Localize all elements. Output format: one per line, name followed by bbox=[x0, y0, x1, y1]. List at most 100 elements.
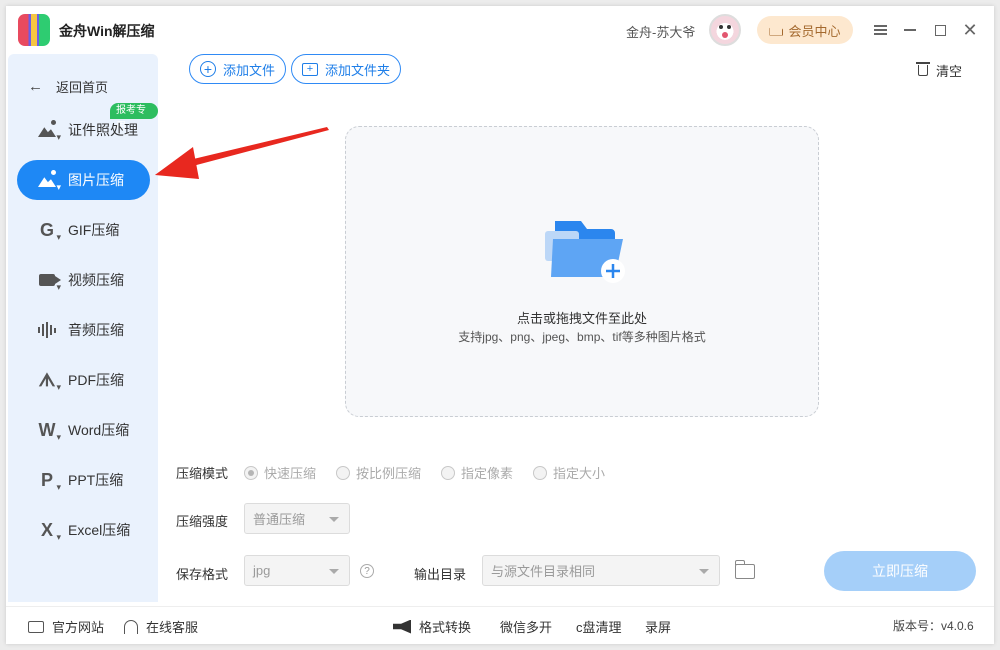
help-icon[interactable]: ? bbox=[360, 564, 374, 578]
title-bar: 金舟Win解压缩 金舟-苏大爷 会员中心 ✕ bbox=[6, 6, 994, 54]
sidebar-item-word-compress[interactable]: W ▾ Word压缩 bbox=[17, 410, 150, 450]
app-title: 金舟Win解压缩 bbox=[59, 23, 155, 39]
user-name[interactable]: 金舟-苏大爷 bbox=[626, 22, 695, 41]
mode-radio-size[interactable]: 指定大小 bbox=[533, 463, 605, 482]
plus-circle-icon: + bbox=[200, 61, 216, 77]
format-convert-link[interactable]: 格式转换 bbox=[393, 617, 471, 636]
radio-circle bbox=[244, 465, 258, 480]
chevron-down-icon bbox=[329, 517, 339, 522]
mode-radio-label: 快速压缩 bbox=[264, 466, 317, 481]
sidebar-item-audio-compress[interactable]: 音频压缩 bbox=[17, 310, 150, 350]
folder-plus-icon: + bbox=[302, 62, 318, 76]
sidebar-item-label: 图片压缩 bbox=[68, 172, 124, 188]
sidebar-item-label: PDF压缩 bbox=[68, 372, 124, 388]
back-home-button[interactable]: ← 返回首页 bbox=[8, 74, 158, 98]
sidebar: ← 返回首页 报考专用 ▾ 证件照处理 ▾ 图片压缩 G ▾ GIF压缩 ▾ 视频… bbox=[8, 54, 158, 602]
image-compress-icon: ▾ bbox=[36, 169, 61, 192]
megaphone-icon bbox=[393, 619, 411, 634]
output-dir-value: 与源文件目录相同 bbox=[491, 564, 596, 579]
close-icon[interactable]: ✕ bbox=[960, 20, 980, 40]
format-value: jpg bbox=[253, 563, 271, 578]
app-logo-icon bbox=[18, 14, 50, 46]
save-format-label: 保存格式 bbox=[176, 567, 229, 582]
crown-icon bbox=[769, 24, 784, 36]
output-dir-select[interactable]: 与源文件目录相同 bbox=[482, 555, 720, 586]
video-icon: ▾ bbox=[36, 269, 61, 292]
sidebar-item-label: 视频压缩 bbox=[68, 272, 124, 288]
audio-icon bbox=[36, 319, 58, 341]
sidebar-item-label: Excel压缩 bbox=[68, 522, 131, 538]
c-drive-cleanup-link[interactable]: c盘清理 bbox=[576, 617, 622, 636]
word-icon: W ▾ bbox=[38, 419, 62, 443]
add-folder-label: 添加文件夹 bbox=[325, 62, 391, 78]
compress-strength-label: 压缩强度 bbox=[176, 514, 229, 529]
back-home-label: 返回首页 bbox=[56, 79, 109, 95]
drop-main-text: 点击或拖拽文件至此处 bbox=[516, 311, 647, 326]
sidebar-item-label: 证件照处理 bbox=[68, 122, 138, 138]
minimize-icon[interactable] bbox=[900, 20, 920, 40]
sidebar-item-id-photo[interactable]: ▾ 证件照处理 bbox=[17, 110, 150, 150]
start-compress-button[interactable]: 立即压缩 bbox=[824, 551, 976, 591]
file-drop-zone[interactable]: 点击或拖拽文件至此处 支持jpg、png、jpeg、bmp、tif等多种图片格式 bbox=[345, 126, 819, 417]
online-support-link[interactable]: 在线客服 bbox=[124, 617, 198, 636]
folder-upload-icon bbox=[545, 221, 625, 283]
excel-icon: X ▾ bbox=[40, 519, 61, 543]
gif-icon: G ▾ bbox=[39, 219, 61, 243]
add-folder-button[interactable]: + 添加文件夹 bbox=[291, 54, 402, 84]
avatar[interactable] bbox=[709, 14, 741, 46]
format-select[interactable]: jpg bbox=[244, 555, 350, 586]
radio-circle bbox=[336, 465, 350, 480]
screen-record-link[interactable]: 录屏 bbox=[645, 617, 671, 636]
sidebar-item-image-compress[interactable]: ▾ 图片压缩 bbox=[17, 160, 150, 200]
vip-center-label: 会员中心 bbox=[788, 23, 841, 39]
strength-select[interactable]: 普通压缩 bbox=[244, 503, 350, 534]
mode-radio-pixel[interactable]: 指定像素 bbox=[441, 463, 513, 482]
wechat-multi-link[interactable]: 微信多开 bbox=[500, 617, 552, 636]
radio-circle bbox=[441, 465, 455, 480]
sidebar-item-label: GIF压缩 bbox=[68, 222, 120, 238]
ppt-icon: P ▾ bbox=[40, 469, 61, 493]
sidebar-item-ppt-compress[interactable]: P ▾ PPT压缩 bbox=[17, 460, 150, 500]
pdf-icon: ᗑ ▾ bbox=[38, 369, 61, 393]
mode-radio-label: 指定像素 bbox=[461, 466, 514, 481]
online-support-label: 在线客服 bbox=[146, 620, 199, 635]
vip-center-button[interactable]: 会员中心 bbox=[757, 16, 853, 44]
output-dir-label: 输出目录 bbox=[414, 567, 467, 582]
strength-value: 普通压缩 bbox=[253, 512, 306, 527]
mode-radio-ratio[interactable]: 按比例压缩 bbox=[336, 463, 421, 482]
sidebar-item-label: Word压缩 bbox=[68, 422, 130, 438]
sidebar-item-gif-compress[interactable]: G ▾ GIF压缩 bbox=[17, 210, 150, 250]
maximize-icon[interactable] bbox=[930, 20, 950, 40]
arrow-left-icon: ← bbox=[28, 77, 43, 95]
drop-sub-text: 支持jpg、png、jpeg、bmp、tif等多种图片格式 bbox=[458, 330, 706, 344]
official-website-label: 官方网站 bbox=[52, 620, 105, 635]
mode-radio-fast[interactable]: 快速压缩 bbox=[244, 463, 316, 482]
sidebar-item-label: 音频压缩 bbox=[68, 322, 124, 338]
sidebar-item-video-compress[interactable]: ▾ 视频压缩 bbox=[17, 260, 150, 300]
radio-circle bbox=[533, 465, 547, 480]
chevron-down-icon bbox=[329, 569, 339, 574]
annotation-arrow-icon bbox=[155, 127, 329, 179]
clear-button[interactable]: 清空 bbox=[916, 61, 963, 80]
mode-radio-label: 按比例压缩 bbox=[356, 466, 422, 481]
sidebar-item-label: PPT压缩 bbox=[68, 472, 124, 488]
headset-icon bbox=[124, 619, 138, 634]
chevron-down-icon bbox=[699, 569, 709, 574]
monitor-icon bbox=[28, 620, 44, 633]
add-file-label: 添加文件 bbox=[223, 62, 276, 78]
app-window: 金舟Win解压缩 金舟-苏大爷 会员中心 ✕ ← 返回首页 报考专用 ▾ 证件照… bbox=[6, 6, 994, 644]
id-photo-icon: ▾ bbox=[36, 119, 61, 142]
open-folder-icon[interactable] bbox=[735, 560, 755, 579]
sidebar-item-pdf-compress[interactable]: ᗑ ▾ PDF压缩 bbox=[17, 360, 150, 400]
sidebar-item-excel-compress[interactable]: X ▾ Excel压缩 bbox=[17, 510, 150, 550]
compress-mode-label: 压缩模式 bbox=[176, 466, 229, 481]
format-convert-label: 格式转换 bbox=[419, 620, 472, 635]
version-label: 版本号：v4.0.6 bbox=[893, 619, 974, 633]
clear-label: 清空 bbox=[936, 64, 963, 79]
mode-radio-label: 指定大小 bbox=[553, 466, 606, 481]
official-website-link[interactable]: 官方网站 bbox=[28, 617, 104, 636]
trash-icon bbox=[916, 62, 930, 76]
add-file-button[interactable]: + 添加文件 bbox=[189, 54, 287, 84]
footer-bar: 官方网站 在线客服 格式转换 微信多开 c盘清理 录屏 版本号：v4.0.6 bbox=[6, 606, 994, 644]
menu-icon[interactable] bbox=[870, 20, 890, 40]
